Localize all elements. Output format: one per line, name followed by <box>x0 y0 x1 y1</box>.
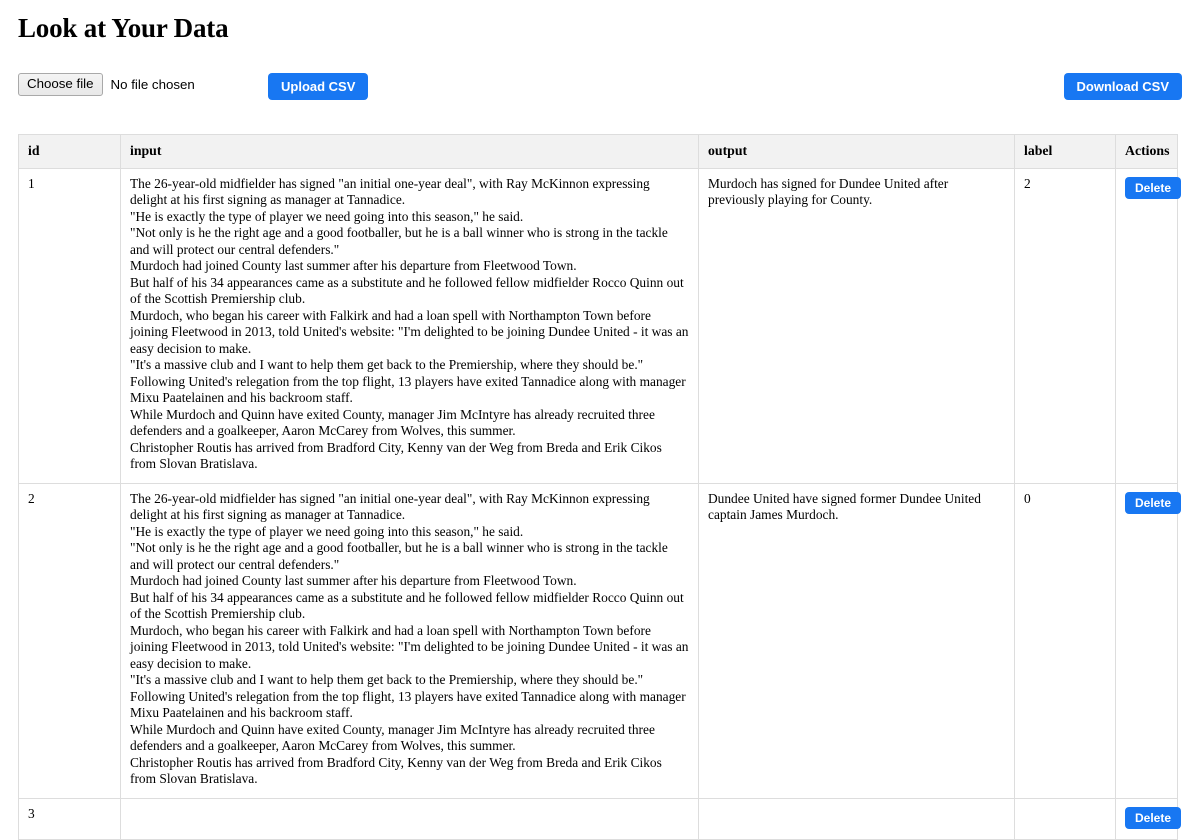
cell-actions: Delete <box>1115 482 1182 799</box>
row-output-value: Murdoch has signed for Dundee United aft… <box>708 175 952 208</box>
row-id-value: 2 <box>28 490 35 506</box>
data-table-container: id input output label Actions 1 The 26-y… <box>18 134 1182 840</box>
page-title: Look at Your Data <box>18 13 229 43</box>
row-label-value: 2 <box>1024 175 1031 191</box>
table-row: 3 Delete <box>18 797 1182 840</box>
column-header-input: input <box>120 134 699 169</box>
column-header-actions: Actions <box>1115 134 1178 169</box>
cell-output <box>698 797 1015 840</box>
cell-actions: Delete <box>1115 167 1182 484</box>
cell-label: 2 <box>1014 167 1116 484</box>
table-header: id input output label Actions <box>18 134 1178 169</box>
cell-input: The 26-year-old midfielder has signed "a… <box>120 482 699 799</box>
table-row: 1 The 26-year-old midfielder has signed … <box>18 167 1182 484</box>
toolbar: Choose file No file chosen Upload CSV Do… <box>18 73 1182 101</box>
upload-controls: Choose file No file chosen <box>18 73 195 96</box>
delete-row-button[interactable]: Delete <box>1125 806 1182 829</box>
row-input-value: The 26-year-old midfielder has signed "a… <box>130 175 689 472</box>
row-output-value: Dundee United have signed former Dundee … <box>708 490 985 523</box>
column-header-label: label <box>1014 134 1116 169</box>
cell-id: 2 <box>18 482 121 799</box>
table-header-row: id input output label Actions <box>18 134 1178 169</box>
data-table: id input output label Actions 1 The 26-y… <box>18 134 1182 840</box>
column-header-output: output <box>698 134 1015 169</box>
cell-input <box>120 797 699 840</box>
upload-csv-button[interactable]: Upload CSV <box>268 73 369 100</box>
choose-file-button[interactable]: Choose file <box>18 73 103 96</box>
table-row: 2 The 26-year-old midfielder has signed … <box>18 482 1182 799</box>
row-label-value: 0 <box>1024 490 1031 506</box>
table-body: 1 The 26-year-old midfielder has signed … <box>18 167 1182 840</box>
cell-actions: Delete <box>1115 797 1182 840</box>
row-input-value: The 26-year-old midfielder has signed "a… <box>130 490 689 787</box>
cell-input: The 26-year-old midfielder has signed "a… <box>120 167 699 484</box>
download-csv-button[interactable]: Download CSV <box>1063 73 1182 100</box>
cell-id: 3 <box>18 797 121 840</box>
cell-label: 0 <box>1014 482 1116 799</box>
page-root: Look at Your Data Choose file No file ch… <box>0 0 1200 840</box>
file-name-text: No file chosen <box>110 76 195 92</box>
column-header-id: id <box>18 134 121 169</box>
file-picker[interactable]: Choose file No file chosen <box>18 73 195 96</box>
row-id-value: 1 <box>28 175 35 191</box>
cell-label <box>1014 797 1116 840</box>
cell-id: 1 <box>18 167 121 484</box>
delete-row-button[interactable]: Delete <box>1125 491 1182 514</box>
cell-output: Murdoch has signed for Dundee United aft… <box>698 167 1015 484</box>
delete-row-button[interactable]: Delete <box>1125 176 1182 199</box>
row-id-value: 3 <box>28 805 35 821</box>
cell-output: Dundee United have signed former Dundee … <box>698 482 1015 799</box>
